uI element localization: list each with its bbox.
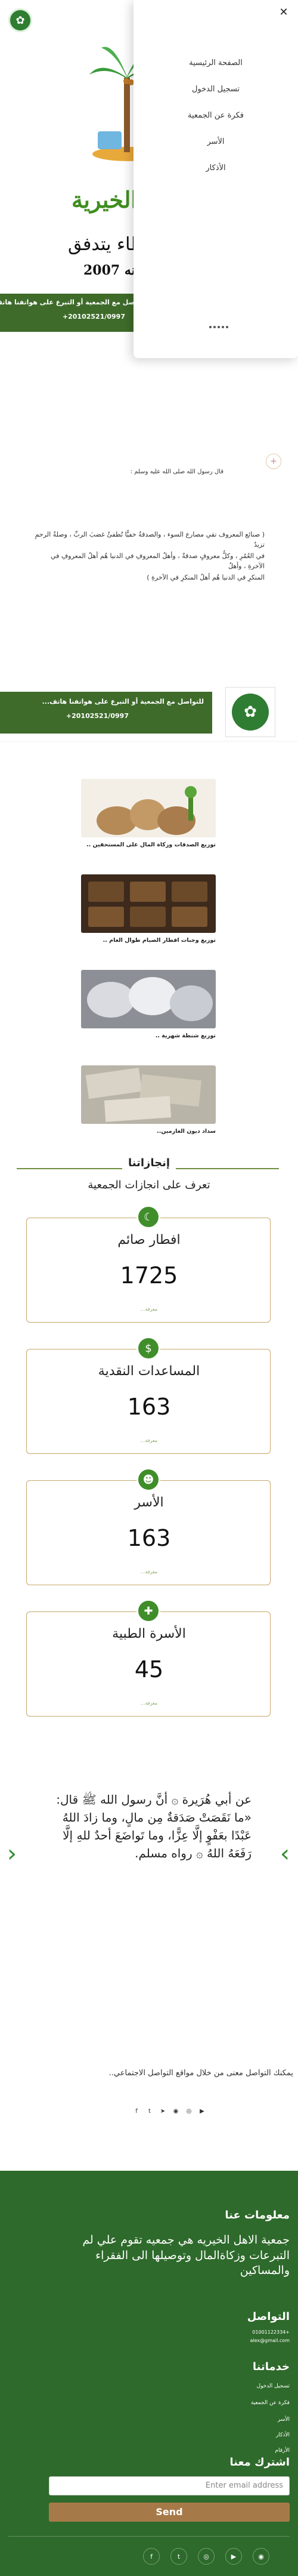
- gallery-image-zakat[interactable]: [81, 779, 216, 837]
- subscribe-send-button[interactable]: Send: [49, 2503, 290, 2522]
- achievement-label: الأسر: [134, 1495, 164, 1510]
- achievement-value: 1725: [120, 1262, 178, 1289]
- footer-about-text: جمعية الاهل الخيريه هي جمعيه تقوم علي لم…: [82, 2233, 290, 2278]
- achievement-label: المساعدات النقدية: [98, 1364, 200, 1379]
- github-icon[interactable]: ◉: [253, 2548, 269, 2565]
- hero-contact-phone[interactable]: 20102521/0997+: [63, 313, 125, 321]
- youtube-icon[interactable]: ▶: [225, 2548, 242, 2565]
- achievement-more-link[interactable]: معرفة...: [27, 1569, 271, 1574]
- contact-banner-bar: للتواصل مع الجمعية أو التبرع على هواتفنا…: [0, 692, 212, 734]
- menu-item-adhkar[interactable]: الأذكار: [134, 155, 298, 181]
- intro-paragraph-1: ( صنائع المعروف تقي مصارع السوء ، والصدق…: [35, 531, 265, 549]
- gallery-caption-zakat: توزيع الصدقات وزكاة المال على المستحقين …: [86, 842, 216, 848]
- hadith-slide-text: عن أبي هُرَيرة ۞ أنَّ رسول الله ﷺ قال: «…: [56, 1792, 252, 1860]
- footer-service-link[interactable]: فكرة عن الجمعية: [251, 2400, 290, 2406]
- footer-service-link[interactable]: الأذكار: [276, 2432, 290, 2438]
- footer-social-icons: f t ◎ ▶ ◉: [143, 2548, 269, 2565]
- achievement-card-iftar[interactable]: ☾ افطار صائم 1725 معرفة...: [26, 1205, 271, 1323]
- youtube-icon[interactable]: ▶: [198, 2107, 206, 2115]
- association-logo: ✿: [225, 687, 275, 737]
- achievement-value: 163: [127, 1394, 171, 1420]
- gallery-image-iftar[interactable]: [81, 874, 216, 933]
- gallery-caption-monthly-bag: توزيع شنطة شهرية ..: [155, 1033, 216, 1039]
- menu-item-home[interactable]: الصفحة الرئيسية: [134, 50, 298, 76]
- achievement-more-link[interactable]: معرفة...: [27, 1700, 271, 1706]
- footer-service-link[interactable]: الأسر: [278, 2417, 290, 2423]
- gallery-image-debts[interactable]: [81, 1065, 216, 1124]
- social-icons-row: f t ➤ ◉ ◎ ▶: [132, 2107, 206, 2115]
- contact-banner-phone[interactable]: 20102521/0997+: [66, 712, 129, 720]
- intro-paragraph-2: في العُمُرِ ، وكلُّ معروفٍ صدقةٌ ، وأهلُ…: [50, 552, 265, 570]
- subscribe-email-input[interactable]: Enter email address: [49, 2476, 290, 2495]
- side-menu: ✕ الصفحة الرئيسية تسجيل الدخول فكرة عن ا…: [134, 0, 298, 358]
- achievement-value: 45: [134, 1656, 164, 1683]
- achievement-value: 163: [127, 1525, 171, 1551]
- footer-contact-phone[interactable]: +01001122334: [252, 2330, 290, 2335]
- footer-services-title: خدماتنا: [252, 2361, 290, 2373]
- facebook-icon[interactable]: f: [143, 2548, 160, 2565]
- instagram-icon[interactable]: ◎: [198, 2548, 215, 2565]
- intro-paragraph-3: المنكرِ في الدنيا هُم أهلُ المنكرِ في ال…: [147, 574, 265, 581]
- site-logo[interactable]: ✿: [8, 8, 32, 32]
- hero-association-name: الخيرية: [72, 186, 138, 213]
- footer: معلومات عنا جمعية الاهل الخيريه هي جمعيه…: [0, 2171, 298, 2576]
- achievement-more-link[interactable]: معرفة...: [27, 1307, 271, 1312]
- footer-contact-title: التواصل: [247, 2310, 290, 2323]
- menu-item-login[interactable]: تسجيل الدخول: [134, 76, 298, 103]
- hero-contact-text: للتواصل مع الجمعية أو التبرع على هواتفنا…: [0, 298, 149, 306]
- facebook-icon[interactable]: f: [132, 2107, 141, 2115]
- plus-icon[interactable]: +: [266, 454, 281, 469]
- achievement-label: الأسرة الطبية: [112, 1626, 186, 1641]
- telegram-icon[interactable]: ➤: [159, 2107, 167, 2115]
- twitter-icon[interactable]: t: [145, 2107, 154, 2115]
- github-icon[interactable]: ◉: [172, 2107, 180, 2115]
- social-contact-text: يمكنك التواصل معنى من خلال مواقع التواصل…: [108, 2069, 293, 2078]
- money-icon: $: [136, 1336, 160, 1360]
- menu-item-about[interactable]: فكرة عن الجمعية: [134, 103, 298, 129]
- achievement-more-link[interactable]: معرفة...: [27, 1438, 271, 1443]
- achievements-title-text: إنجازاتنا: [122, 1157, 176, 1169]
- menu-item-families[interactable]: الأسر: [134, 129, 298, 155]
- gallery-caption-debts: سداد ديون الغارمين..: [157, 1128, 216, 1135]
- achievement-label: افطار صائم: [117, 1232, 181, 1247]
- achievement-card-families[interactable]: ☻ الأسر 163 معرفة...: [26, 1468, 271, 1585]
- achievement-card-cash-aid[interactable]: $ المساعدات النقدية 163 معرفة...: [26, 1336, 271, 1454]
- contact-banner: للتواصل مع الجمعية أو التبرع على هواتفنا…: [0, 683, 298, 741]
- footer-service-link[interactable]: تسجيل الدخول: [257, 2383, 290, 2389]
- gallery-caption-iftar: توزيع وجبات افطار الصيام طوال العام ..: [103, 937, 216, 944]
- gallery-image-monthly-bag[interactable]: [81, 970, 216, 1028]
- slider-prev-arrow-icon[interactable]: ‹: [5, 1842, 19, 1866]
- twitter-icon[interactable]: t: [170, 2548, 187, 2565]
- footer-divider: [8, 2536, 290, 2537]
- achievements-subtitle: تعرف على انجازات الجمعية: [88, 1179, 210, 1191]
- users-icon: ☻: [136, 1468, 160, 1492]
- footer-about-title: معلومات عنا: [225, 2209, 290, 2221]
- menu-dots-indicator: [204, 326, 234, 328]
- instagram-icon[interactable]: ◎: [185, 2107, 193, 2115]
- achievement-card-medical[interactable]: ✚ الأسرة الطبية 45 معرفة...: [26, 1599, 271, 1717]
- footer-contact-email[interactable]: alex@gmail.com: [250, 2338, 290, 2343]
- intro-hadith-ref: قال رسول الله صلى الله عليه وسلم :: [130, 469, 224, 475]
- footer-service-link[interactable]: الأرقام: [275, 2448, 290, 2454]
- footer-subscribe-title: اشترك معنا: [229, 2456, 290, 2469]
- menu-list: الصفحة الرئيسية تسجيل الدخول فكرة عن الج…: [134, 50, 298, 181]
- achievements-title: إنجازاتنا: [0, 1157, 298, 1169]
- close-icon[interactable]: ✕: [277, 5, 291, 19]
- slider-next-arrow-icon[interactable]: ›: [278, 1842, 292, 1866]
- contact-banner-text: للتواصل مع الجمعية أو التبرع على هواتفنا…: [42, 698, 204, 705]
- medical-icon: ✚: [136, 1599, 160, 1623]
- moon-icon: ☾: [136, 1205, 160, 1229]
